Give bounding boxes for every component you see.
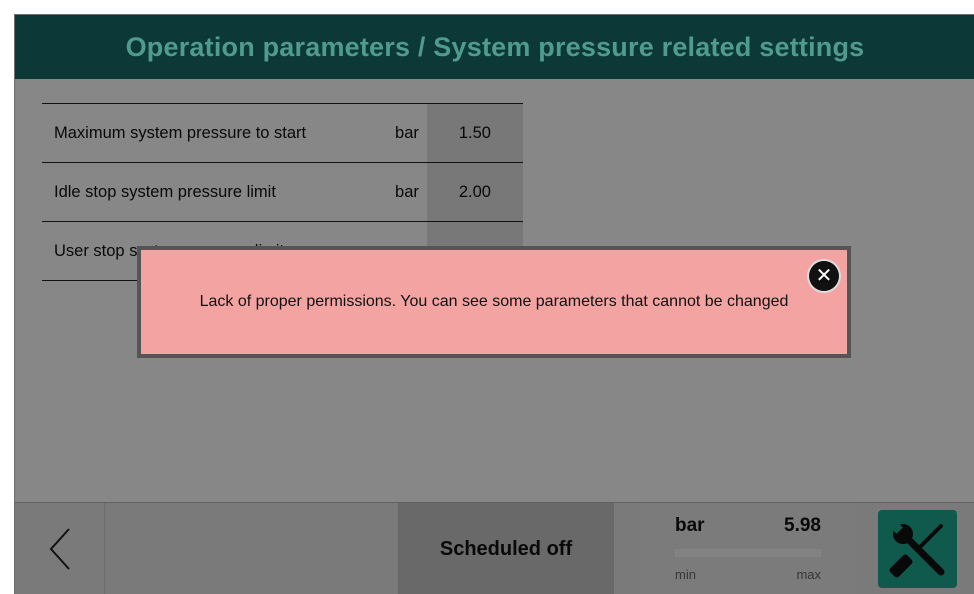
page-title: Operation parameters / System pressure r… xyxy=(125,31,865,62)
close-icon[interactable]: ✕ xyxy=(809,261,839,291)
permission-alert: Lack of proper permissions. You can see … xyxy=(137,246,851,358)
alert-message: Lack of proper permissions. You can see … xyxy=(199,293,789,310)
page-header: Operation parameters / System pressure r… xyxy=(15,15,974,79)
screen: Operation parameters / System pressure r… xyxy=(14,14,974,594)
